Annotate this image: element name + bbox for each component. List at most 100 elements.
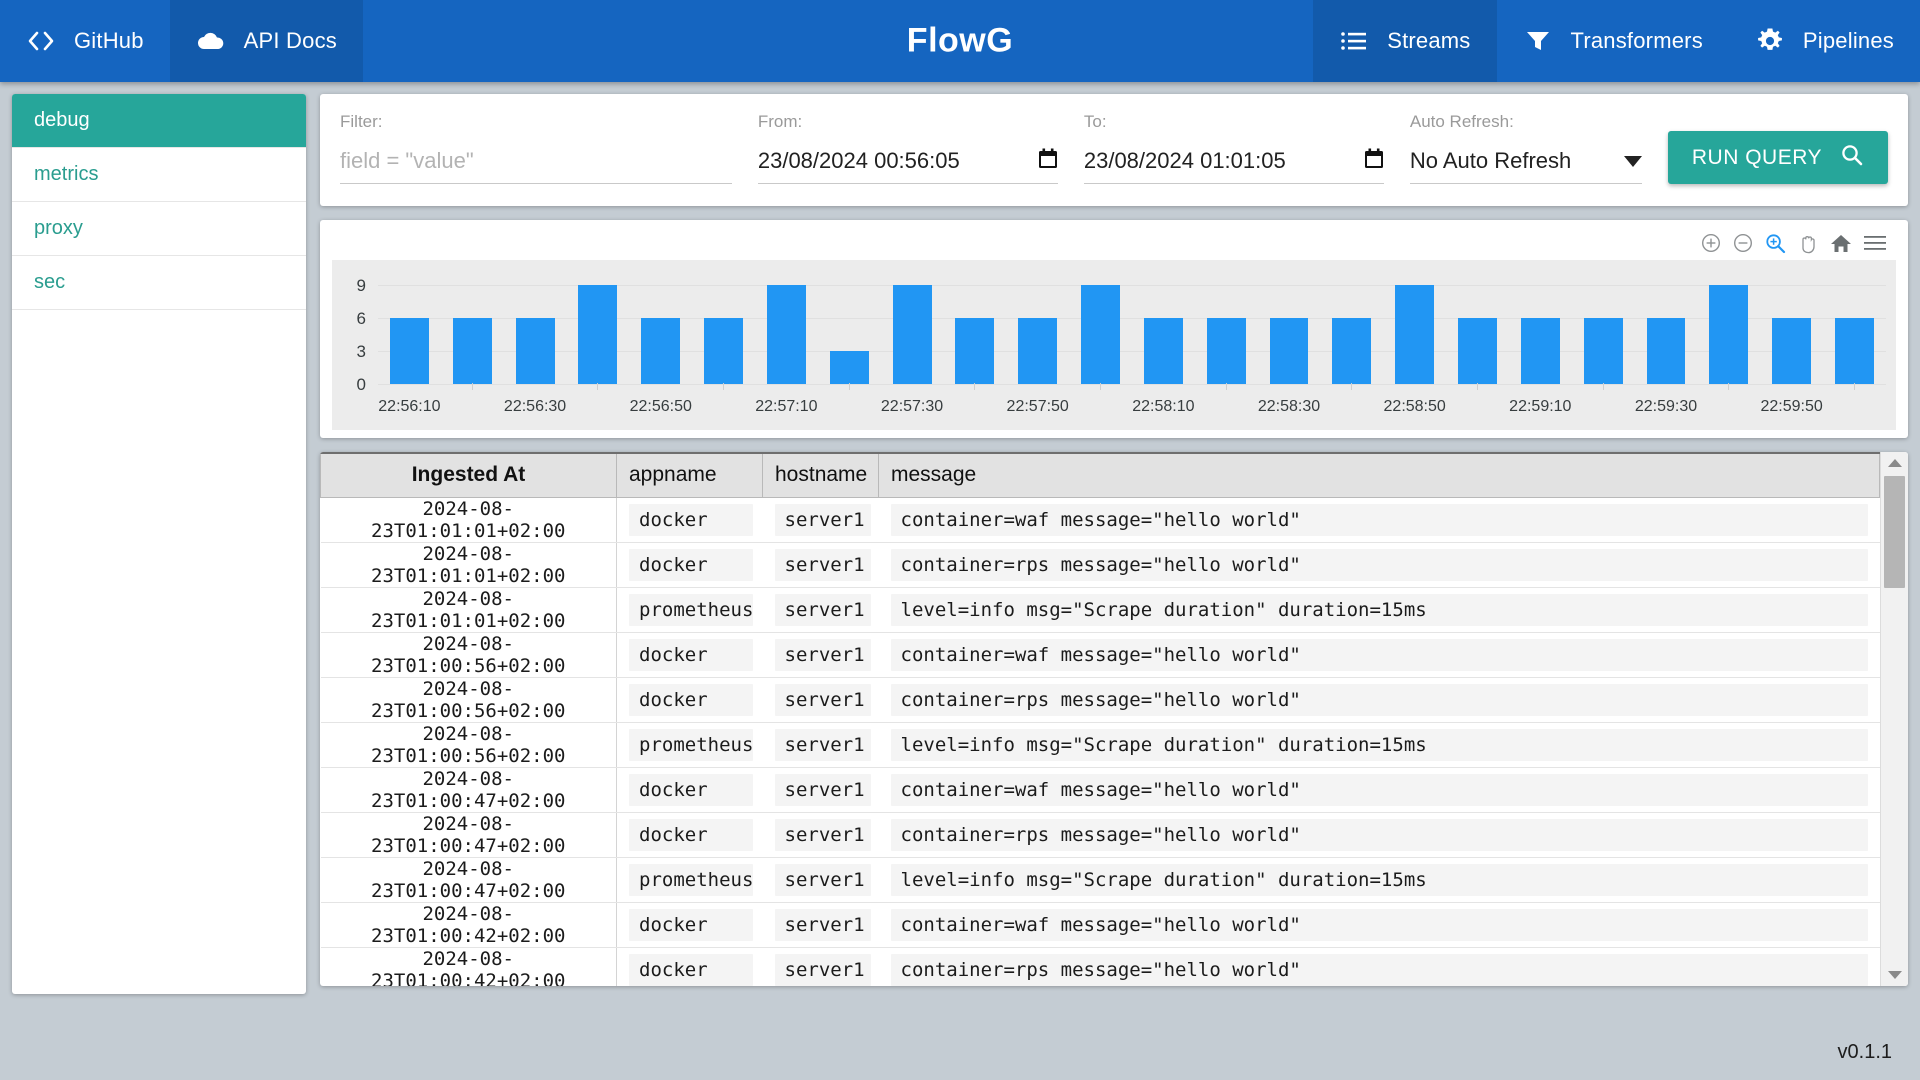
- chart-bar[interactable]: [1395, 285, 1435, 384]
- chart-bar[interactable]: [1081, 285, 1120, 384]
- table-row[interactable]: 2024-08-23T01:01:01+02:00 docker server1 co…: [320, 497, 1880, 543]
- chart-bar[interactable]: [766, 285, 806, 384]
- zoom-in-icon[interactable]: [1701, 233, 1721, 253]
- sidebar-item-proxy[interactable]: proxy: [12, 202, 306, 256]
- table-row[interactable]: 2024-08-23T01:00:42+02:00 docker server1 co…: [320, 902, 1880, 948]
- table-vertical-scrollbar[interactable]: [1880, 452, 1908, 986]
- chart-bar[interactable]: [1332, 318, 1372, 384]
- reset-zoom-icon[interactable]: [1830, 233, 1852, 253]
- run-query-button[interactable]: RUN QUERY: [1667, 131, 1888, 184]
- to-input[interactable]: 23/08/2024 01:01:05: [1084, 148, 1286, 174]
- chart-bar[interactable]: [641, 318, 681, 384]
- chart-bar-slot[interactable]: [818, 274, 881, 384]
- scroll-up-button[interactable]: [1881, 452, 1908, 474]
- chart-bar[interactable]: [389, 318, 429, 384]
- chart-bar[interactable]: [1583, 318, 1623, 384]
- table-row[interactable]: 2024-08-23T01:00:56+02:00 docker server1 co…: [320, 632, 1880, 678]
- sidebar-item-debug[interactable]: debug: [12, 94, 306, 148]
- sidebar-item-metrics[interactable]: metrics: [12, 148, 306, 202]
- calendar-icon[interactable]: [1364, 148, 1384, 174]
- chart-bar-slot[interactable]: [943, 274, 1006, 384]
- chart-bar-slot[interactable]: [1509, 274, 1572, 384]
- table-row[interactable]: 2024-08-23T01:00:47+02:00 docker server1 co…: [320, 767, 1880, 813]
- chart-bar-slot[interactable]: [566, 274, 629, 384]
- table-row[interactable]: 2024-08-23T01:00:47+02:00 docker server1 co…: [320, 812, 1880, 858]
- chart-bar[interactable]: [1143, 318, 1183, 384]
- table-row[interactable]: 2024-08-23T01:01:01+02:00 prometheus serve…: [320, 587, 1880, 633]
- chart-bar[interactable]: [829, 351, 869, 384]
- chart-bar-slot[interactable]: [1446, 274, 1509, 384]
- chart-bar[interactable]: [704, 318, 744, 384]
- scrollbar-thumb[interactable]: [1884, 476, 1905, 588]
- chart-x-tickmark-slot: [1006, 383, 1069, 390]
- chart-bar-slot[interactable]: [1006, 274, 1069, 384]
- panning-icon[interactable]: [1798, 233, 1818, 254]
- cell-appname: prometheus: [616, 857, 763, 903]
- chart-bar-slot[interactable]: [1132, 274, 1195, 384]
- table-row[interactable]: 2024-08-23T01:00:56+02:00 prometheus serve…: [320, 722, 1880, 768]
- chart-bar[interactable]: [1206, 318, 1246, 384]
- chart-bar-slot[interactable]: [1069, 274, 1132, 384]
- zoom-out-icon[interactable]: [1733, 233, 1753, 253]
- table-row[interactable]: 2024-08-23T01:00:42+02:00 docker server1 co…: [320, 947, 1880, 986]
- chart-bar-slot[interactable]: [504, 274, 567, 384]
- column-header-message[interactable]: message: [878, 452, 1880, 498]
- chart-bar-slot[interactable]: [441, 274, 504, 384]
- scroll-down-button[interactable]: [1881, 964, 1908, 986]
- chart-bar[interactable]: [1646, 318, 1686, 384]
- chart-bar[interactable]: [1709, 285, 1749, 384]
- chart-bar-slot[interactable]: [378, 274, 441, 384]
- chart-bar[interactable]: [1269, 318, 1309, 384]
- chart-bar-slot[interactable]: [1258, 274, 1321, 384]
- chart-bar-slot[interactable]: [1195, 274, 1258, 384]
- cell-appname: docker: [616, 497, 763, 543]
- chart-bar-slot[interactable]: [881, 274, 944, 384]
- column-header-hostname[interactable]: hostname: [762, 452, 879, 498]
- chart-bar[interactable]: [452, 318, 492, 384]
- histogram-chart[interactable]: 9630 22:56:10 22:56:30 22:56:50 22:57:10 22:…: [332, 260, 1896, 430]
- nav-item-transformers[interactable]: Transformers: [1497, 0, 1729, 82]
- chart-bar-slot[interactable]: [755, 274, 818, 384]
- chart-bar[interactable]: [892, 285, 932, 384]
- calendar-icon[interactable]: [1038, 148, 1058, 174]
- nav-item-github[interactable]: GitHub: [0, 0, 170, 82]
- from-input[interactable]: 23/08/2024 00:56:05: [758, 148, 960, 174]
- chart-bar[interactable]: [1834, 318, 1874, 384]
- chart-bar[interactable]: [578, 285, 618, 384]
- column-header-appname[interactable]: appname: [616, 452, 763, 498]
- chart-bar[interactable]: [1458, 318, 1497, 384]
- menu-icon[interactable]: [1864, 234, 1886, 252]
- selection-zoom-icon[interactable]: [1765, 233, 1786, 254]
- chart-bar-slot[interactable]: [692, 274, 755, 384]
- nav-item-pipelines[interactable]: Pipelines: [1729, 0, 1920, 82]
- cell-hostname: server1: [762, 497, 879, 543]
- chart-bar-slot[interactable]: [1572, 274, 1635, 384]
- chart-bar-slot[interactable]: [629, 274, 692, 384]
- chart-bar[interactable]: [955, 318, 995, 384]
- chart-bar[interactable]: [515, 318, 555, 384]
- chart-bar-slot[interactable]: [1697, 274, 1760, 384]
- column-header-ingested-at[interactable]: Ingested At: [320, 452, 617, 498]
- chart-bar[interactable]: [1772, 318, 1812, 384]
- nav-item-api-docs[interactable]: API Docs: [169, 0, 363, 82]
- sidebar-item-sec[interactable]: sec: [12, 256, 306, 310]
- cell-message: container=rps message="hello world": [878, 677, 1880, 723]
- chart-bar-slot[interactable]: [1635, 274, 1698, 384]
- chart-bar-slot[interactable]: [1760, 274, 1823, 384]
- chart-bar[interactable]: [1520, 318, 1560, 384]
- cell-message-value: container=waf message="hello world": [890, 503, 1868, 536]
- chart-bar-slot[interactable]: [1823, 274, 1886, 384]
- auto-refresh-select[interactable]: No Auto Refresh: [1409, 148, 1642, 184]
- nav-item-streams[interactable]: Streams: [1313, 0, 1497, 82]
- chart-x-tickmark-slot: [1509, 383, 1572, 390]
- chart-bar[interactable]: [1018, 318, 1058, 384]
- table-row[interactable]: 2024-08-23T01:01:01+02:00 docker server1 co…: [320, 542, 1880, 588]
- chart-x-tick: 22:59:50: [1760, 398, 1823, 415]
- logs-table-head: Ingested At appname hostname message: [320, 452, 1880, 498]
- table-row[interactable]: 2024-08-23T01:00:47+02:00 prometheus serve…: [320, 857, 1880, 903]
- chart-bar-slot[interactable]: [1383, 274, 1446, 384]
- cell-message: container=waf message="hello world": [878, 632, 1880, 678]
- filter-input[interactable]: field = "value": [340, 148, 474, 174]
- chart-bar-slot[interactable]: [1320, 274, 1383, 384]
- table-row[interactable]: 2024-08-23T01:00:56+02:00 docker server1 co…: [320, 677, 1880, 723]
